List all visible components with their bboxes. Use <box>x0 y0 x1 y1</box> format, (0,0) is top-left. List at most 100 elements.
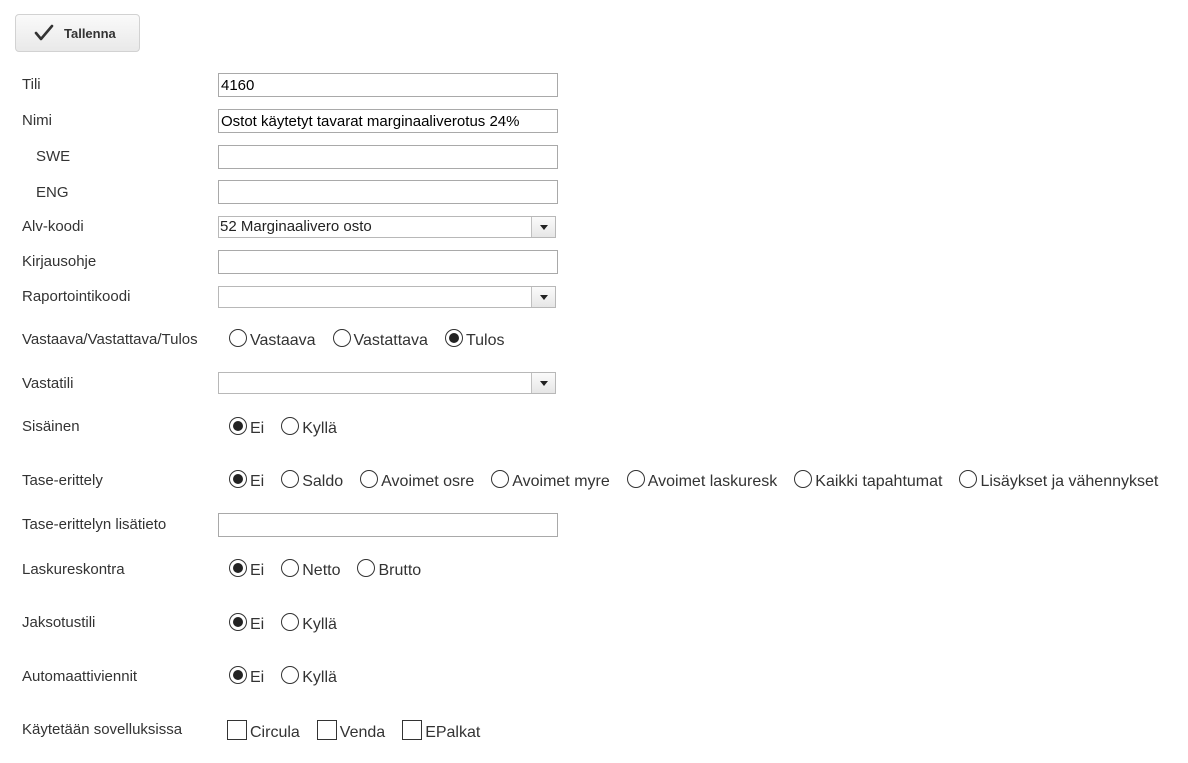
radio-option-tulos[interactable]: Tulos <box>444 329 505 350</box>
raportointikoodi-select[interactable] <box>218 286 556 308</box>
tili-input[interactable] <box>218 73 558 97</box>
radio-label: Ei <box>250 473 265 490</box>
radio-button[interactable] <box>626 470 645 488</box>
radio-button[interactable] <box>281 470 300 488</box>
radio-button[interactable] <box>229 666 247 684</box>
radio-label: Avoimet laskuresk <box>647 473 778 490</box>
radio-option-brutto[interactable]: Brutto <box>357 559 422 580</box>
laskureskontra-radio-group: Ei Netto Brutto <box>229 559 438 580</box>
radio-label: Ei <box>250 616 265 633</box>
radio-label: Ei <box>250 420 265 437</box>
radio-button[interactable] <box>229 559 247 577</box>
swe-label: SWE <box>36 148 71 165</box>
radio-label: Kaikki tapahtumat <box>815 473 943 490</box>
radio-option-netto[interactable]: Netto <box>281 559 341 580</box>
raportointikoodi-label: Raportointikoodi <box>22 288 131 305</box>
radio-label: Vastattava <box>353 332 428 349</box>
save-button-label: Tallenna <box>64 26 116 41</box>
sovellukset-label: Käytetään sovelluksissa <box>22 721 183 738</box>
radio-button[interactable] <box>360 470 379 488</box>
radio-option-vastaava[interactable]: Vastaava <box>229 329 316 350</box>
laskureskontra-label: Laskureskontra <box>22 561 125 578</box>
radio-label: Ei <box>250 562 265 579</box>
radio-option-kylla[interactable]: Kyllä <box>281 666 337 687</box>
checkbox-label: Venda <box>339 724 386 741</box>
checkbox-option-venda[interactable]: Venda <box>316 720 386 743</box>
checkbox[interactable] <box>227 720 247 740</box>
radio-option-avoimet-laskuresk[interactable]: Avoimet laskuresk <box>626 470 778 491</box>
radio-button[interactable] <box>959 470 978 488</box>
alv-koodi-select[interactable]: 52 Marginaalivero osto <box>218 216 556 238</box>
tase-lisatieto-input[interactable] <box>218 513 558 537</box>
radio-option-kaikki-tapahtumat[interactable]: Kaikki tapahtumat <box>794 470 943 491</box>
chevron-down-icon[interactable] <box>531 287 555 307</box>
radio-button[interactable] <box>332 329 351 347</box>
radio-option-ei[interactable]: Ei <box>229 470 265 491</box>
nimi-input[interactable] <box>218 109 558 133</box>
radio-option-ei[interactable]: Ei <box>229 613 265 634</box>
radio-label: Brutto <box>378 562 422 579</box>
checkbox-label: EPalkat <box>425 724 481 741</box>
radio-button[interactable] <box>229 417 247 435</box>
radio-option-avoimet-myre[interactable]: Avoimet myre <box>491 470 610 491</box>
sisainen-label: Sisäinen <box>22 418 80 435</box>
vastaava-tyyppi-radio-group: Vastaava Vastattava Tulos <box>229 329 521 350</box>
vastaava-tyyppi-label: Vastaava/Vastattava/Tulos <box>22 331 198 348</box>
kirjausohje-input[interactable] <box>218 250 558 274</box>
chevron-down-icon[interactable] <box>531 373 555 393</box>
radio-button[interactable] <box>281 417 300 435</box>
radio-button[interactable] <box>281 666 300 684</box>
radio-button[interactable] <box>281 613 300 631</box>
sovellukset-checkbox-group: Circula Venda EPalkat <box>227 720 497 743</box>
checkbox[interactable] <box>316 720 337 740</box>
radio-button[interactable] <box>357 559 376 577</box>
radio-label: Kyllä <box>302 669 337 686</box>
automaattiviennit-radio-group: Ei Kyllä <box>229 666 354 687</box>
radio-option-ei[interactable]: Ei <box>229 666 264 687</box>
radio-button[interactable] <box>794 470 813 488</box>
radio-label: Avoimet myre <box>512 473 610 490</box>
radio-option-kylla[interactable]: Kyllä <box>281 417 337 438</box>
kirjausohje-label: Kirjausohje <box>22 253 97 270</box>
chevron-down-icon[interactable] <box>531 217 555 237</box>
vastatili-select[interactable] <box>218 372 556 394</box>
radio-button[interactable] <box>229 613 247 631</box>
alv-koodi-label: Alv-koodi <box>22 218 84 235</box>
swe-input[interactable] <box>218 145 558 169</box>
radio-option-ei[interactable]: Ei <box>229 559 265 580</box>
radio-option-ei[interactable]: Ei <box>229 417 265 438</box>
radio-button[interactable] <box>444 329 463 347</box>
radio-label: Avoimet osre <box>381 473 475 490</box>
radio-option-saldo[interactable]: Saldo <box>281 470 344 491</box>
radio-option-lisaykset-ja-vahennykset[interactable]: Lisäykset ja vähennykset <box>959 470 1159 491</box>
radio-button[interactable] <box>229 470 247 488</box>
vastatili-label: Vastatili <box>22 375 74 392</box>
tase-erittely-radio-group: Ei Saldo Avoimet osre Avoimet myre Avoim… <box>229 470 1159 491</box>
alv-koodi-value: 52 Marginaalivero osto <box>220 218 372 235</box>
tili-label: Tili <box>22 76 41 93</box>
radio-button[interactable] <box>281 559 300 577</box>
radio-label: Vastaava <box>250 332 316 349</box>
radio-label: Tulos <box>465 332 505 349</box>
radio-label: Lisäykset ja vähennykset <box>980 473 1159 490</box>
jaksotustili-label: Jaksotustili <box>22 614 96 631</box>
eng-input[interactable] <box>218 180 558 204</box>
radio-label: Kyllä <box>302 616 337 633</box>
radio-option-avoimet-osre[interactable]: Avoimet osre <box>360 470 475 491</box>
checkbox-option-circula[interactable]: Circula <box>227 720 300 743</box>
jaksotustili-radio-group: Ei Kyllä <box>229 613 354 634</box>
sisainen-radio-group: Ei Kyllä <box>229 417 354 438</box>
checkbox[interactable] <box>402 720 423 740</box>
radio-option-kylla[interactable]: Kyllä <box>281 613 337 634</box>
radio-label: Saldo <box>302 473 344 490</box>
radio-option-vastattava[interactable]: Vastattava <box>332 329 428 350</box>
radio-label: Netto <box>302 562 341 579</box>
radio-button[interactable] <box>491 470 510 488</box>
save-button[interactable]: Tallenna <box>15 14 140 52</box>
tase-lisatieto-label: Tase-erittelyn lisätieto <box>22 516 167 533</box>
checkbox-option-epalkat[interactable]: EPalkat <box>402 720 481 743</box>
tase-erittely-label: Tase-erittely <box>22 472 103 489</box>
radio-button[interactable] <box>229 329 247 347</box>
radio-label: Kyllä <box>302 420 337 437</box>
automaattiviennit-label: Automaattiviennit <box>22 668 138 685</box>
